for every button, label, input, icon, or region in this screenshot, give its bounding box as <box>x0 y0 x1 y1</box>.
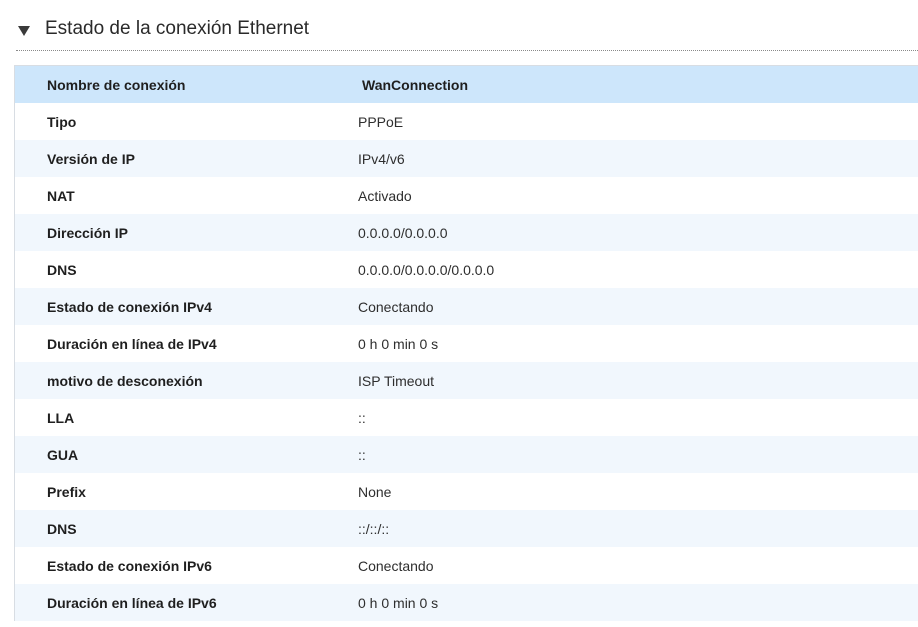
section-title: Estado de la conexión Ethernet <box>45 18 310 39</box>
row-value: None <box>358 483 392 500</box>
header-label-connection-name: Nombre de conexión <box>14 65 358 103</box>
caret-down-icon[interactable] <box>18 26 30 36</box>
table-row: Prefix None <box>15 473 918 510</box>
row-value: 0 h 0 min 0 s <box>358 584 918 621</box>
row-label: GUA <box>14 436 358 473</box>
row-label: Versión de IP <box>14 140 358 177</box>
row-label: DNS <box>14 510 358 547</box>
row-label: LLA <box>47 409 75 426</box>
row-label: Estado de conexión IPv6 <box>47 557 212 574</box>
row-value: 0.0.0.0/0.0.0.0/0.0.0.0 <box>358 261 495 278</box>
connection-status-table: Nombre de conexión WanConnection Tipo PP… <box>14 65 918 621</box>
row-value: PPPoE <box>358 113 404 130</box>
row-value: IPv4/v6 <box>358 140 918 177</box>
row-value: ::/::/:: <box>358 510 918 547</box>
row-value: :: <box>358 409 366 426</box>
table-row: Tipo PPPoE <box>15 103 918 140</box>
table-row: Dirección IP 0.0.0.0/0.0.0.0 <box>14 214 918 251</box>
table-row: motivo de desconexión ISP Timeout <box>14 362 918 399</box>
row-label: Prefix <box>47 483 86 500</box>
row-value: ISP Timeout <box>358 362 918 399</box>
row-value: Activado <box>358 187 412 204</box>
table-row: GUA :: <box>14 436 918 473</box>
row-value: Conectando <box>358 557 434 574</box>
header-value-connection-name: WanConnection <box>358 65 918 103</box>
table-row: DNS ::/::/:: <box>14 510 918 547</box>
row-label: Dirección IP <box>14 214 358 251</box>
table-row: NAT Activado <box>15 177 918 214</box>
row-value: 0 h 0 min 0 s <box>358 335 439 352</box>
table-row: Estado de conexión IPv6 Conectando <box>15 547 918 584</box>
row-label: motivo de desconexión <box>14 362 358 399</box>
table-row: Estado de conexión IPv4 Conectando <box>14 288 918 325</box>
row-label: NAT <box>47 187 75 204</box>
table-row: DNS 0.0.0.0/0.0.0.0/0.0.0.0 <box>15 251 918 288</box>
row-value: :: <box>358 436 918 473</box>
table-header-row: Nombre de conexión WanConnection <box>14 65 918 103</box>
row-label: Estado de conexión IPv4 <box>14 288 358 325</box>
row-label: DNS <box>47 261 77 278</box>
table-row: Duración en línea de IPv6 0 h 0 min 0 s <box>14 584 918 621</box>
row-value: 0.0.0.0/0.0.0.0 <box>358 214 918 251</box>
row-value: Conectando <box>358 288 918 325</box>
table-row: Versión de IP IPv4/v6 <box>14 140 918 177</box>
section-header-ethernet-status[interactable]: Estado de la conexión Ethernet <box>16 14 918 51</box>
table-row: Duración en línea de IPv4 0 h 0 min 0 s <box>15 325 918 362</box>
row-label: Duración en línea de IPv6 <box>14 584 358 621</box>
row-label: Tipo <box>47 113 77 130</box>
table-row: LLA :: <box>15 399 918 436</box>
row-label: Duración en línea de IPv4 <box>47 335 217 352</box>
